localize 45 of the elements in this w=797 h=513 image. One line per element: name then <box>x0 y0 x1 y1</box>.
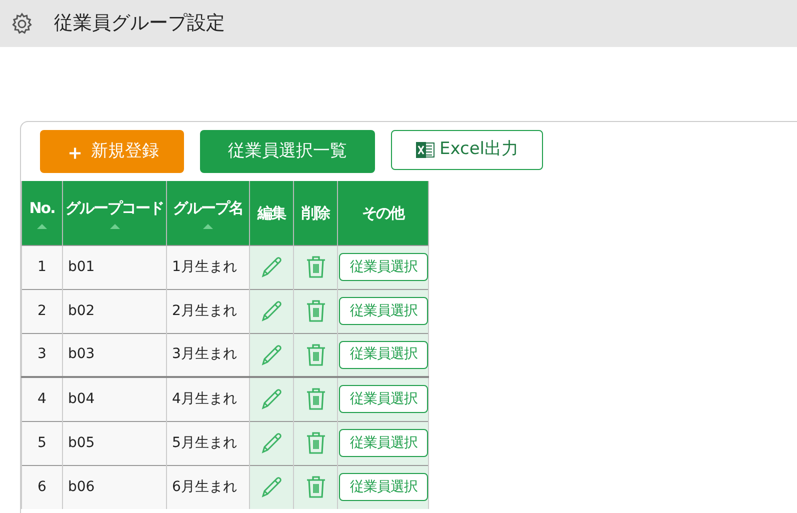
sort-icon <box>110 224 120 228</box>
row-number: 6 <box>38 478 46 495</box>
select-employees-button[interactable]: 従業員選択 <box>339 340 428 369</box>
group-name: 4月生まれ <box>172 390 237 407</box>
select-employees-button[interactable]: 従業員選択 <box>339 253 428 281</box>
page-title: 従業員グループ設定 <box>54 11 225 36</box>
pencil-icon[interactable] <box>260 299 284 323</box>
excel-export-button[interactable]: Excel出力 <box>391 130 543 170</box>
trash-icon[interactable] <box>304 299 326 323</box>
select-employees-button[interactable]: 従業員選択 <box>339 429 428 457</box>
pencil-icon[interactable] <box>260 255 284 279</box>
pencil-icon[interactable] <box>260 431 284 455</box>
pencil-icon[interactable] <box>260 387 284 412</box>
group-name: 1月生まれ <box>172 258 237 274</box>
row-number: 3 <box>38 346 46 362</box>
spreadsheet-icon <box>415 141 436 159</box>
select-employees-button[interactable]: 従業員選択 <box>339 385 428 414</box>
sort-icon <box>203 224 213 228</box>
row-number: 5 <box>38 434 46 450</box>
sort-icon <box>37 224 47 228</box>
add-button[interactable]: ＋ 新規登録 <box>40 130 184 173</box>
group-code: b06 <box>68 478 95 495</box>
trash-icon[interactable] <box>304 431 326 455</box>
employee-list-button[interactable]: 従業員選択一覧 <box>200 130 375 173</box>
group-name: 5月生まれ <box>172 434 237 450</box>
pencil-icon[interactable] <box>260 342 284 367</box>
trash-icon[interactable] <box>304 387 326 412</box>
trash-icon[interactable] <box>304 255 326 279</box>
select-employees-button[interactable]: 従業員選択 <box>339 297 428 325</box>
group-code: b01 <box>68 258 95 274</box>
trash-icon[interactable] <box>304 475 326 500</box>
group-name: 6月生まれ <box>172 478 237 495</box>
pencil-icon[interactable] <box>260 475 284 500</box>
select-employees-button[interactable]: 従業員選択 <box>339 473 428 502</box>
group-code: b04 <box>68 390 95 407</box>
group-code: b05 <box>68 434 95 450</box>
row-number: 2 <box>38 302 46 318</box>
group-name: 3月生まれ <box>172 346 237 362</box>
settings-icon[interactable] <box>10 12 34 36</box>
group-name: 2月生まれ <box>172 302 237 318</box>
trash-icon[interactable] <box>304 342 326 367</box>
row-number: 4 <box>38 390 46 407</box>
group-code: b03 <box>68 346 95 362</box>
row-number: 1 <box>38 258 46 274</box>
group-code: b02 <box>68 302 95 318</box>
